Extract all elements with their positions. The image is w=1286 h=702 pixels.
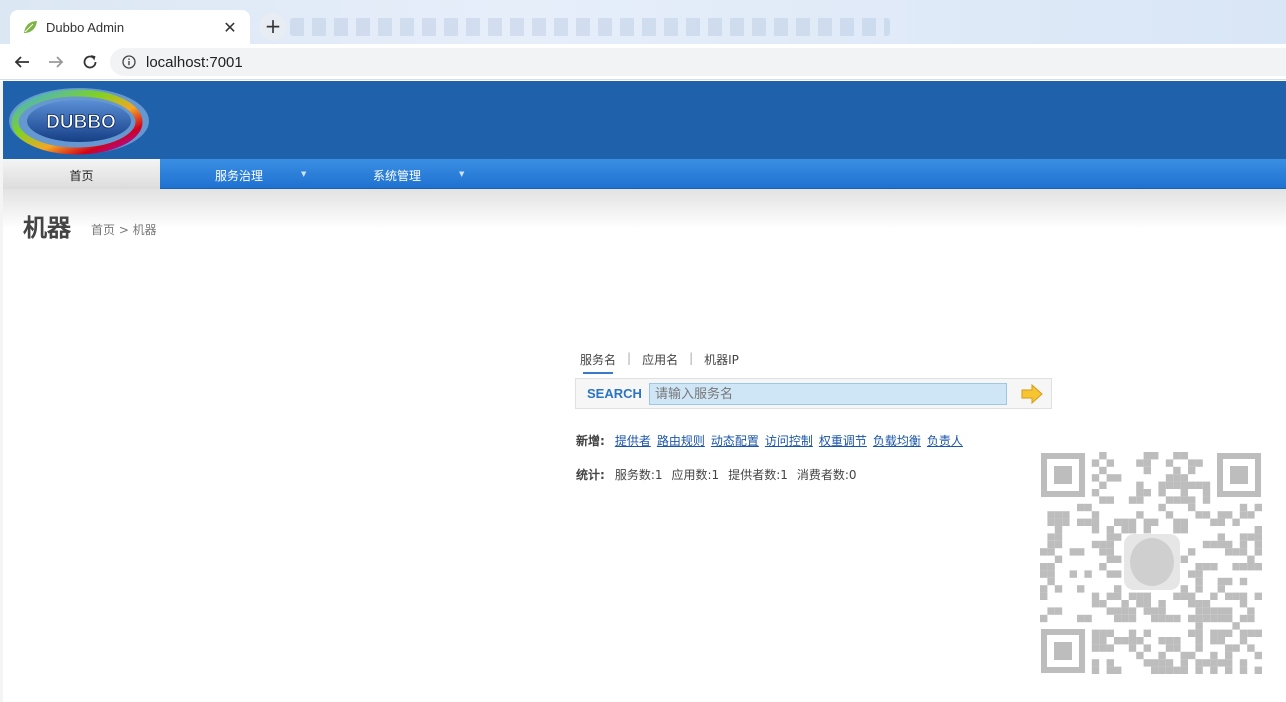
qr-code-image xyxy=(1040,452,1262,674)
new-tab-button[interactable]: + xyxy=(259,13,287,41)
info-icon xyxy=(122,55,136,69)
logo-text: DUBBO xyxy=(46,112,116,133)
tab-application-name[interactable]: 应用名 xyxy=(642,351,678,368)
address-bar[interactable]: localhost:7001 xyxy=(110,48,1286,76)
tab-separator: | xyxy=(627,351,632,365)
tab-title: Dubbo Admin xyxy=(46,19,125,35)
menu-item-home[interactable]: 首页 xyxy=(3,159,160,189)
stat-service-count: 服务数:1 xyxy=(614,468,663,482)
leaf-icon xyxy=(24,21,37,33)
arrow-right-icon xyxy=(1021,384,1043,404)
link-owner[interactable]: 负责人 xyxy=(927,432,963,449)
menu-item-system-management[interactable]: 系统管理 ▼ xyxy=(318,159,476,189)
tab-separator: | xyxy=(689,351,694,365)
chevron-down-icon: ▼ xyxy=(459,170,465,178)
arrow-left-icon xyxy=(14,55,29,68)
stats-row: 统计: 服务数:1 应用数:1 提供者数:1 消费者数:0 xyxy=(576,466,866,483)
reload-button[interactable] xyxy=(78,50,102,74)
search-type-tabs: 服务名 | 应用名 | 机器IP xyxy=(580,351,739,374)
breadcrumb[interactable]: 首页 > 机器 xyxy=(91,221,157,238)
stat-provider-count: 提供者数:1 xyxy=(728,468,788,482)
arrow-right-icon xyxy=(49,55,64,68)
main-menu: 首页 服务治理 ▼ 系统管理 ▼ xyxy=(3,159,1286,189)
close-icon[interactable]: ✕ xyxy=(222,18,238,37)
search-box: SEARCH xyxy=(575,378,1052,409)
menu-item-service-governance[interactable]: 服务治理 ▼ xyxy=(160,159,318,189)
link-weight-adjust[interactable]: 权重调节 xyxy=(819,432,867,449)
url-text: localhost:7001 xyxy=(146,53,243,71)
browser-tab[interactable]: Dubbo Admin ✕ xyxy=(10,10,250,44)
stat-consumer-count: 消费者数:0 xyxy=(796,468,857,482)
tab-machine-ip[interactable]: 机器IP xyxy=(704,351,739,368)
browser-toolbar: localhost:7001 xyxy=(0,44,1286,80)
link-load-balance[interactable]: 负载均衡 xyxy=(873,432,921,449)
create-label: 新增: xyxy=(576,434,605,448)
link-access-control[interactable]: 访问控制 xyxy=(765,432,813,449)
chevron-down-icon: ▼ xyxy=(301,170,307,178)
menu-item-label: 系统管理 xyxy=(372,169,421,183)
forward-button[interactable] xyxy=(44,50,68,74)
search-label: SEARCH xyxy=(587,386,642,401)
search-input[interactable] xyxy=(649,383,1007,405)
menu-item-label: 服务治理 xyxy=(214,169,263,183)
back-button[interactable] xyxy=(10,50,34,74)
page-title: 机器 xyxy=(23,214,71,242)
menu-shadow xyxy=(3,189,1286,229)
tab-service-name[interactable]: 服务名 xyxy=(580,351,616,374)
stats-label: 统计: xyxy=(576,468,605,482)
dubbo-logo[interactable]: DUBBO xyxy=(7,85,151,155)
link-provider[interactable]: 提供者 xyxy=(615,432,651,449)
browser-tab-strip: Dubbo Admin ✕ + xyxy=(0,0,1286,44)
link-dynamic-config[interactable]: 动态配置 xyxy=(711,432,759,449)
stat-application-count: 应用数:1 xyxy=(671,468,720,482)
create-links: 新增: 提供者 路由规则 动态配置 访问控制 权重调节 负载均衡 负责人 xyxy=(576,432,969,449)
app-header: DUBBO xyxy=(3,81,1286,159)
reload-icon xyxy=(83,54,97,68)
toolbar-extensions-strip xyxy=(290,18,890,36)
link-route-rule[interactable]: 路由规则 xyxy=(657,432,705,449)
search-go-button[interactable] xyxy=(1021,384,1043,404)
menu-item-label: 首页 xyxy=(69,169,94,183)
